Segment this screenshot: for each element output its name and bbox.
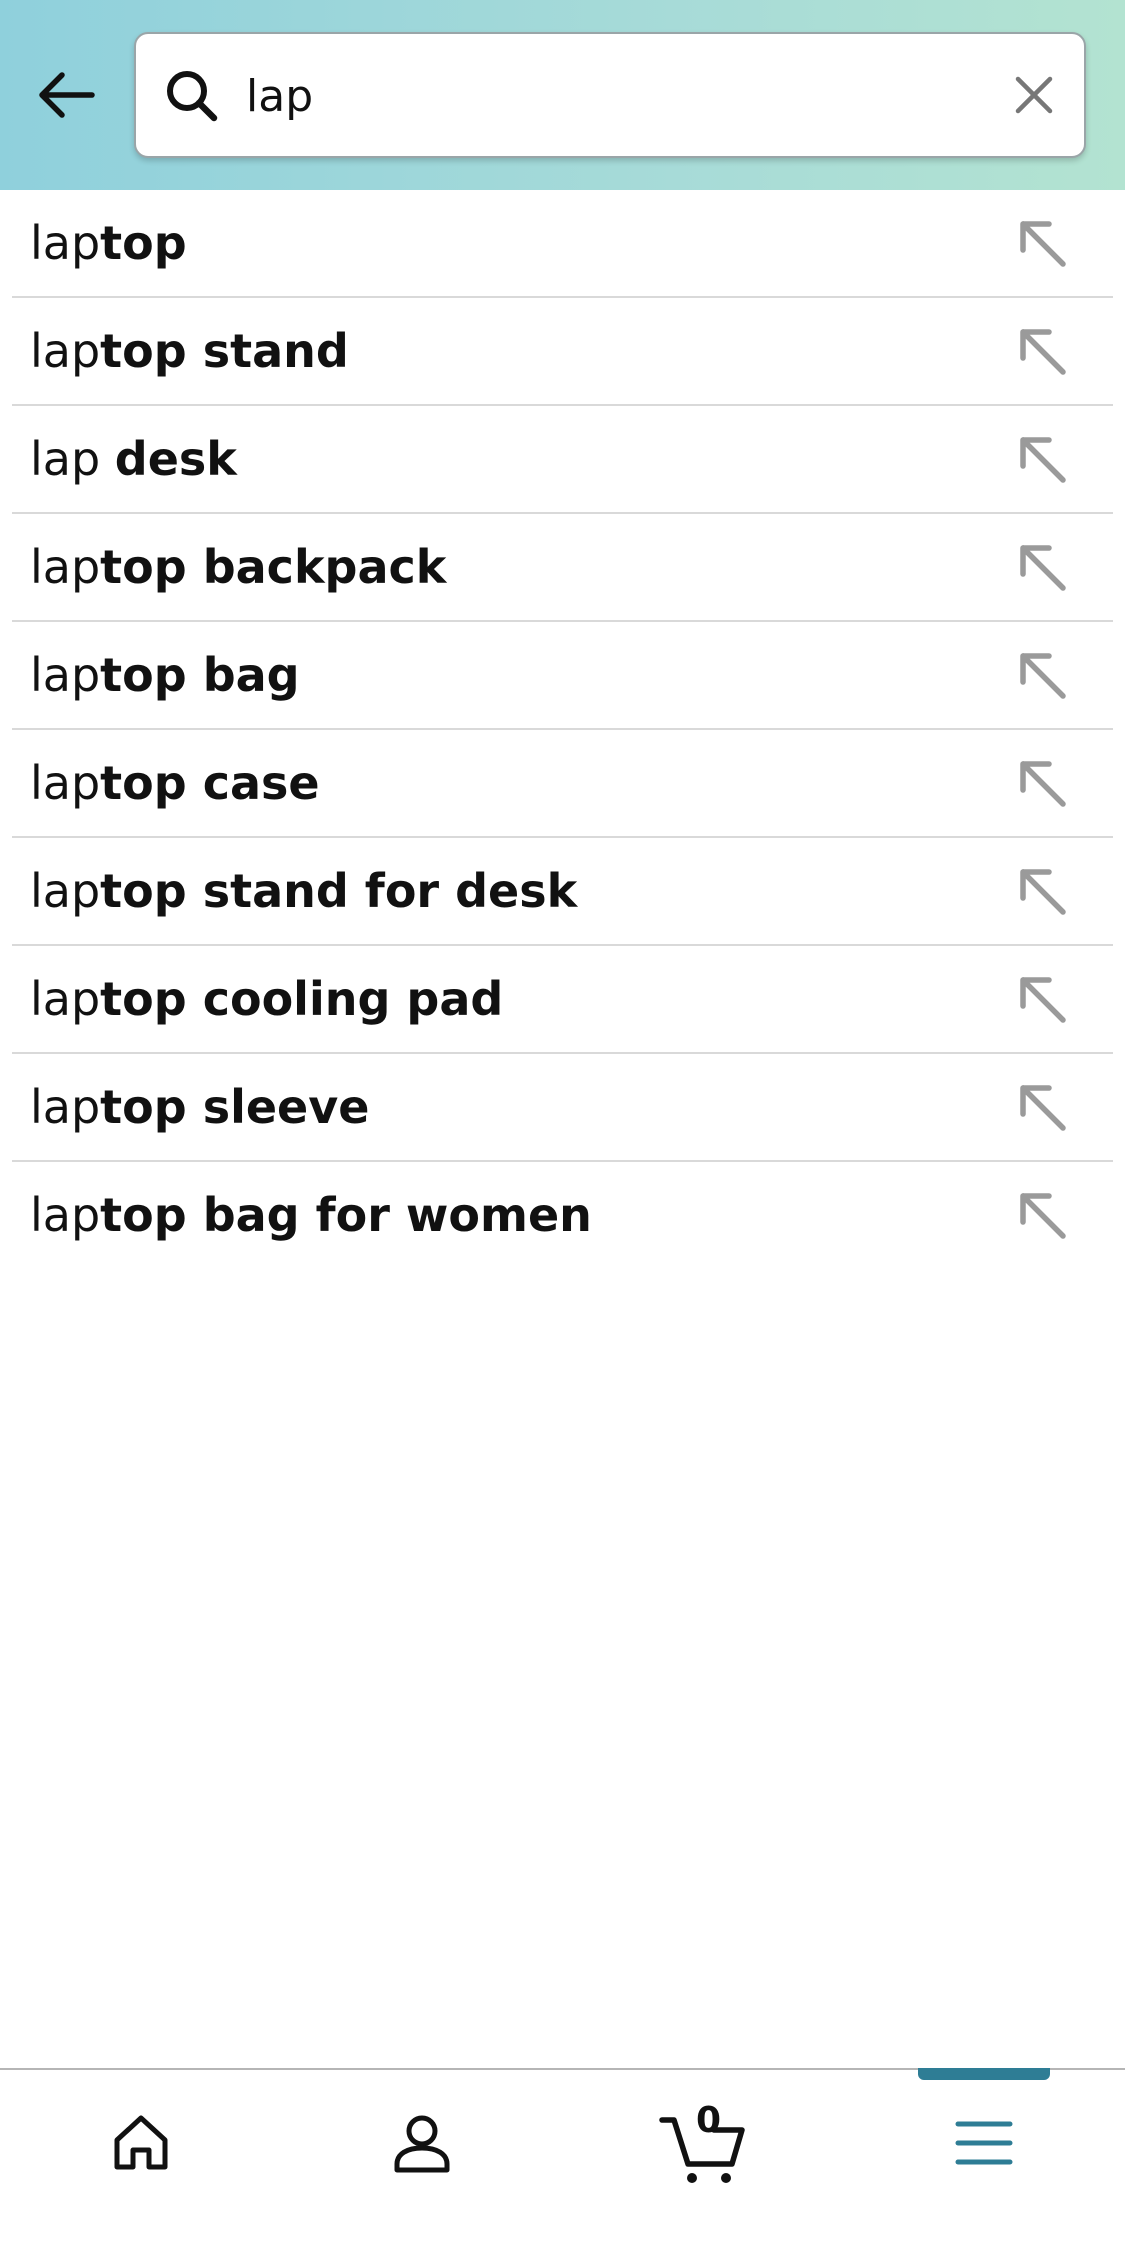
suggestion-item[interactable]: laptop cooling pad [12, 946, 1113, 1054]
suggestion-item[interactable]: laptop bag for women [12, 1162, 1113, 1270]
suggestion-completion: desk [114, 432, 237, 486]
suggestion-prefix: lap [30, 972, 101, 1026]
suggestion-completion: top case [100, 756, 320, 810]
menu-icon [955, 2121, 1012, 2165]
fill-suggestion-icon[interactable] [1015, 972, 1071, 1028]
fill-suggestion-icon[interactable] [1015, 540, 1071, 596]
suggestion-prefix: lap [30, 540, 101, 594]
nav-cart[interactable]: 0 [562, 2070, 843, 2251]
cart-count-badge: 0 [695, 2100, 722, 2141]
suggestion-prefix: lap [30, 1080, 101, 1134]
suggestion-prefix: lap [30, 864, 101, 918]
suggestion-completion: top bag [100, 648, 300, 702]
suggestion-label: laptop bag [30, 622, 300, 728]
suggestion-label: laptop case [30, 730, 320, 836]
search-input[interactable] [246, 54, 946, 138]
fill-suggestion-icon[interactable] [1015, 432, 1071, 488]
suggestion-list: laptop laptop stand lap desk laptop back… [0, 190, 1125, 1270]
clear-icon[interactable] [1004, 65, 1064, 125]
suggestion-prefix: lap [30, 432, 115, 486]
nav-account[interactable] [281, 2070, 562, 2251]
fill-suggestion-icon[interactable] [1015, 216, 1071, 272]
suggestion-label: lap desk [30, 406, 237, 512]
suggestion-completion: top sleeve [100, 1080, 370, 1134]
back-arrow-icon [39, 72, 95, 118]
suggestion-item[interactable]: laptop sleeve [12, 1054, 1113, 1162]
suggestion-prefix: lap [30, 648, 101, 702]
suggestion-item[interactable]: laptop stand for desk [12, 838, 1113, 946]
suggestion-item[interactable]: laptop stand [12, 298, 1113, 406]
suggestion-label: laptop stand [30, 298, 349, 404]
suggestion-item[interactable]: laptop backpack [12, 514, 1113, 622]
fill-suggestion-icon[interactable] [1015, 324, 1071, 380]
nav-menu[interactable] [843, 2070, 1124, 2251]
suggestion-prefix: lap [30, 1188, 101, 1242]
suggestion-label: laptop sleeve [30, 1054, 369, 1160]
suggestion-completion: top backpack [100, 540, 447, 594]
suggestion-label: laptop cooling pad [30, 946, 503, 1052]
search-header [0, 0, 1125, 190]
suggestion-completion: top stand for desk [100, 864, 578, 918]
suggestion-label: laptop backpack [30, 514, 446, 620]
suggestion-item[interactable]: lap desk [12, 406, 1113, 514]
suggestion-prefix: lap [30, 324, 101, 378]
nav-home[interactable] [0, 2070, 281, 2251]
suggestion-prefix: lap [30, 216, 101, 270]
suggestion-label: laptop bag for women [30, 1162, 592, 1268]
fill-suggestion-icon[interactable] [1015, 1188, 1071, 1244]
suggestion-completion: top cooling pad [100, 972, 504, 1026]
search-bar[interactable] [134, 32, 1086, 158]
suggestion-item[interactable]: laptop case [12, 730, 1113, 838]
bottom-navigation: 0 [0, 2068, 1125, 2251]
suggestion-item[interactable]: laptop bag [12, 622, 1113, 730]
fill-suggestion-icon[interactable] [1015, 864, 1071, 920]
suggestion-item[interactable]: laptop [12, 190, 1113, 298]
suggestion-completion: top bag for women [100, 1188, 592, 1242]
suggestion-label: laptop stand for desk [30, 838, 577, 944]
fill-suggestion-icon[interactable] [1015, 756, 1071, 812]
suggestion-prefix: lap [30, 756, 101, 810]
suggestion-label: laptop [30, 190, 187, 296]
suggestion-completion: top stand [100, 324, 349, 378]
fill-suggestion-icon[interactable] [1015, 1080, 1071, 1136]
back-button[interactable] [30, 60, 100, 130]
search-icon [167, 71, 218, 122]
fill-suggestion-icon[interactable] [1015, 648, 1071, 704]
suggestion-completion: top [100, 216, 187, 270]
account-icon [394, 2115, 449, 2173]
home-icon [114, 2115, 167, 2170]
